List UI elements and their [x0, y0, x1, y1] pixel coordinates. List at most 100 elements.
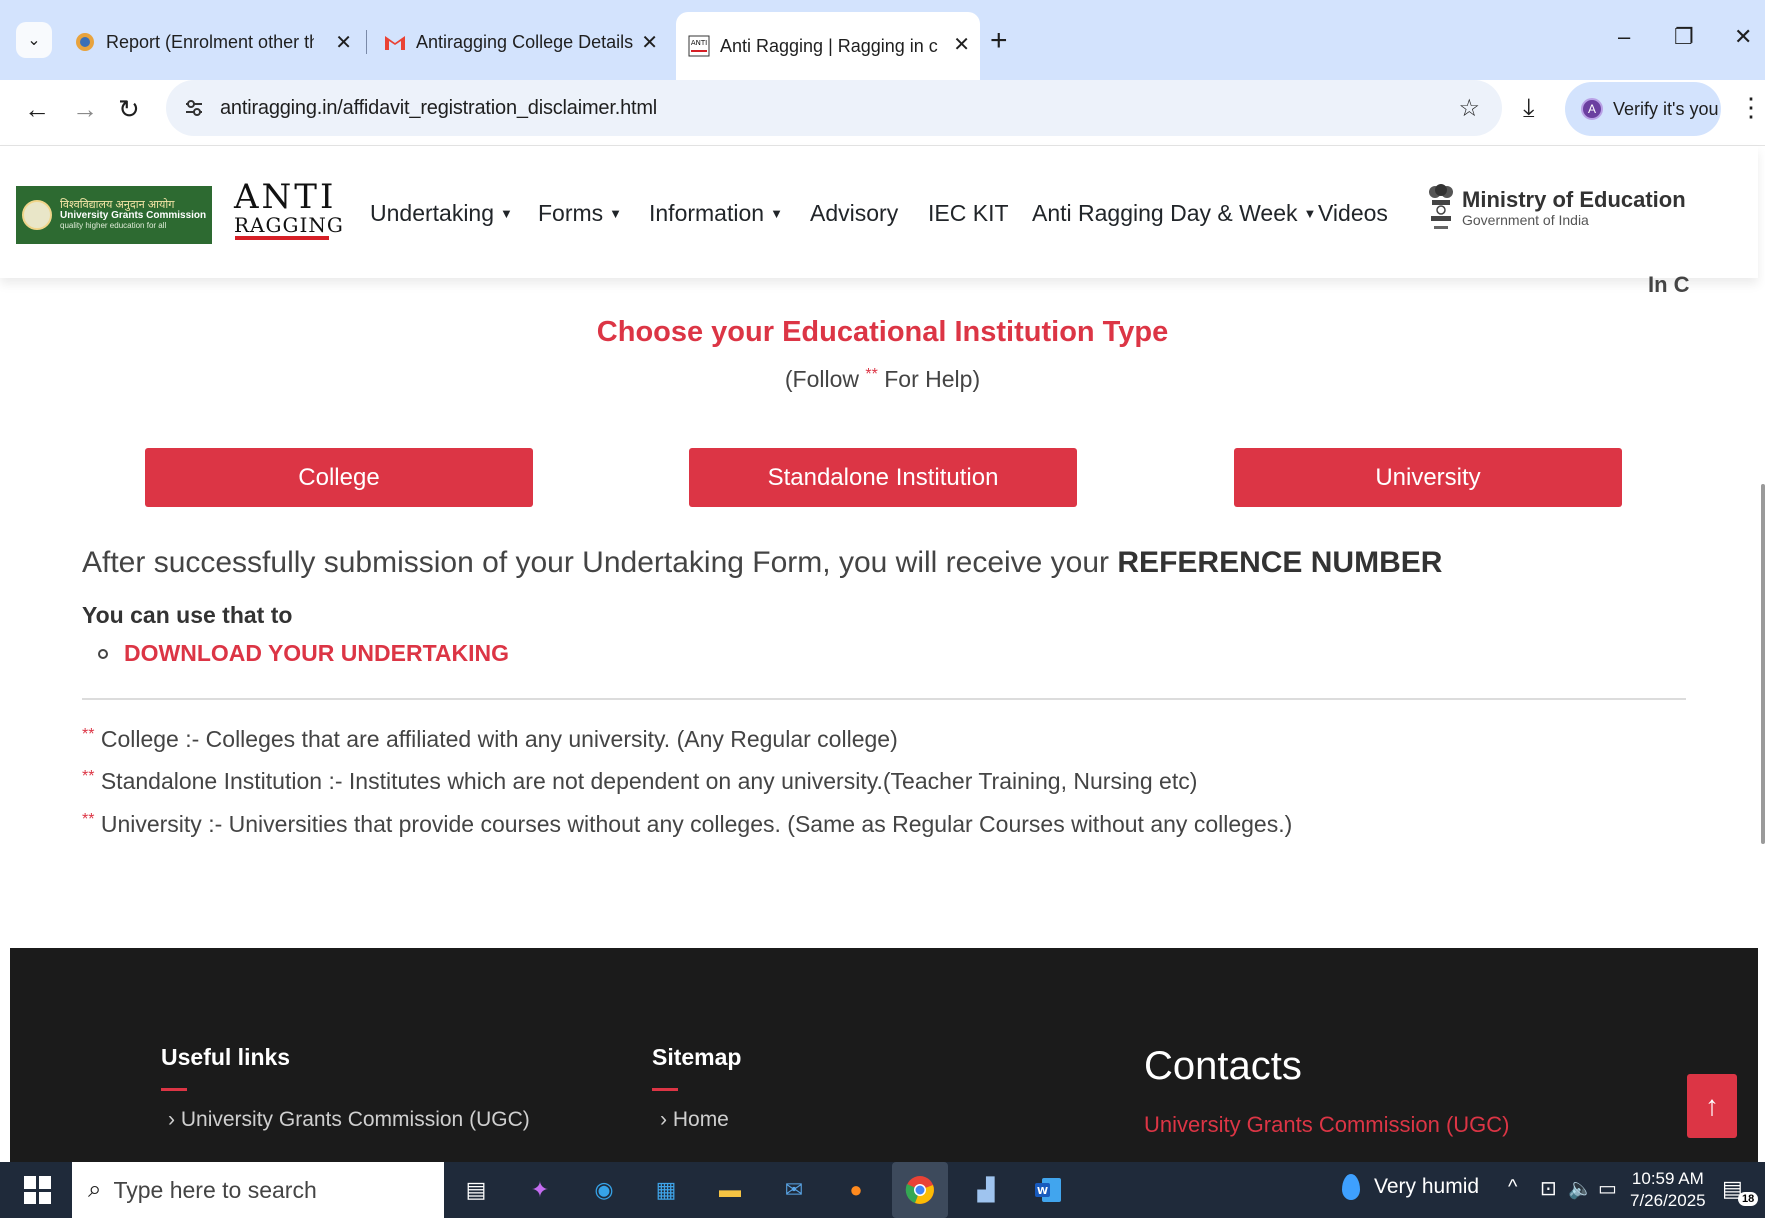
back-arrow-icon[interactable]: ← — [24, 94, 50, 125]
task-view-icon[interactable]: ▤ — [456, 1170, 496, 1210]
tab-antiragging-active[interactable]: ANTI Anti Ragging | Ragging in colleg ✕ — [676, 12, 980, 80]
taskbar-clock[interactable]: 10:59 AM 7/26/2025 — [1630, 1168, 1706, 1212]
nav-forms[interactable]: Forms ▼ — [538, 200, 622, 227]
footer-link-ugc[interactable]: › University Grants Commission (UGC) — [168, 1108, 530, 1132]
ugc-logo-tagline: quality higher education for all — [60, 220, 167, 230]
word-icon[interactable]: W — [1028, 1170, 1068, 1210]
copilot-icon[interactable]: ✦ — [520, 1170, 560, 1210]
definition-standalone: ** Standalone Institution :- Institutes … — [82, 768, 1197, 795]
reference-bold: REFERENCE NUMBER — [1117, 546, 1443, 579]
back-to-top-button[interactable]: ↑ — [1687, 1074, 1737, 1138]
nav-anti-ragging-day-week[interactable]: Anti Ragging Day & Week ▼ — [1032, 200, 1316, 227]
nav-videos[interactable]: Videos — [1318, 200, 1388, 227]
browser-toolbar: ← → ↻ antiragging.in/affidavit_registrat… — [0, 80, 1765, 146]
store-icon[interactable]: ▦ — [646, 1170, 686, 1210]
tab-gmail[interactable]: Antiragging College Details - re ✕ — [372, 22, 668, 62]
page-scrollbar[interactable] — [1761, 484, 1765, 844]
caret-down-icon: ▼ — [609, 206, 623, 221]
meet-now-icon[interactable]: ⊡ — [1540, 1176, 1557, 1201]
site-info-icon[interactable] — [180, 94, 208, 122]
tab-search-button[interactable]: ⌄ — [16, 22, 52, 58]
nav-information[interactable]: Information ▼ — [649, 200, 783, 227]
volume-muted-icon[interactable]: 🔈 — [1568, 1176, 1593, 1201]
help-suffix: For Help) — [877, 366, 981, 392]
svg-text:ANTI: ANTI — [691, 39, 707, 47]
ministry-of-education-logo[interactable]: Ministry of Education Government of Indi… — [1428, 182, 1686, 234]
sitemap-heading: Sitemap — [652, 1044, 742, 1070]
university-button[interactable]: University — [1234, 448, 1622, 507]
tab-report[interactable]: Report (Enrolment other than M ✕ — [62, 22, 362, 62]
site-header: विश्वविद्यालय अनुदान आयोग University Gra… — [0, 146, 1758, 278]
show-hidden-icons-chevron-icon[interactable]: ^ — [1508, 1176, 1517, 1199]
address-bar[interactable]: antiragging.in/affidavit_registration_di… — [166, 80, 1502, 136]
nav-iec-kit[interactable]: IEC KIT — [928, 200, 1009, 227]
verify-profile-button[interactable]: A Verify it's you — [1565, 82, 1721, 136]
national-emblem-icon — [1429, 184, 1453, 229]
browser-tab-bar: ⌄ Report (Enrolment other than M ✕ Antir… — [0, 0, 1765, 80]
arrow-up-icon: ↑ — [1705, 1090, 1719, 1121]
list-bullet-icon — [98, 648, 108, 659]
windows-taskbar: ⌕ Type here to search ▤ ✦ ◉ ▦ ▬ ✉ ● ▟ W … — [0, 1162, 1765, 1218]
chevron-right-icon: › — [660, 1108, 667, 1131]
tab-title: Report (Enrolment other than M — [106, 31, 314, 52]
logo-top-text: ANTI — [234, 177, 337, 217]
page-title: Choose your Educational Institution Type — [596, 316, 1169, 348]
definition-text: Standalone Institution :- Institutes whi… — [100, 768, 1198, 794]
nav-label: Videos — [1318, 200, 1388, 226]
contacts-heading: Contacts — [1144, 1044, 1302, 1088]
menu-kebab-icon[interactable]: ⋮ — [1738, 92, 1764, 123]
antiragging-logo[interactable]: ANTI RAGGING — [234, 177, 343, 240]
taskbar-search-box[interactable]: ⌕ Type here to search — [72, 1162, 444, 1218]
minimize-button[interactable]: – — [1618, 24, 1630, 50]
restore-button[interactable]: ❐ — [1674, 24, 1694, 50]
caret-down-icon: ▼ — [1303, 206, 1317, 221]
reference-text: After successfully submission of your Un… — [82, 546, 1118, 579]
remote-desktop-icon[interactable]: ▟ — [966, 1170, 1006, 1210]
standalone-institution-button[interactable]: Standalone Institution — [689, 448, 1077, 507]
reload-icon[interactable]: ↻ — [118, 94, 140, 125]
close-tab-icon[interactable]: ✕ — [335, 30, 352, 55]
nav-advisory[interactable]: Advisory — [810, 200, 898, 227]
nav-label: IEC KIT — [928, 200, 1009, 226]
start-windows-icon[interactable] — [24, 1176, 52, 1204]
useful-links-heading: Useful links — [161, 1044, 291, 1070]
weather-widget[interactable]: Very humid — [1342, 1174, 1479, 1200]
ugc-logo[interactable]: विश्वविद्यालय अनुदान आयोग University Gra… — [16, 186, 212, 244]
notification-count-badge: 18 — [1738, 1192, 1759, 1206]
footer-link-label: Home — [672, 1108, 729, 1131]
nav-undertaking[interactable]: Undertaking ▼ — [370, 200, 513, 227]
file-explorer-icon[interactable]: ▬ — [710, 1170, 750, 1210]
chrome-icon[interactable] — [892, 1162, 948, 1218]
gmail-favicon-icon — [384, 31, 406, 53]
close-window-button[interactable]: ✕ — [1734, 24, 1752, 50]
help-prefix: (Follow — [784, 366, 866, 392]
chevron-down-icon: ⌄ — [27, 32, 41, 49]
tab-title: Anti Ragging | Ragging in colleg — [720, 35, 938, 56]
humidity-drop-icon — [1342, 1174, 1360, 1200]
caret-down-icon: ▼ — [770, 206, 783, 221]
bookmark-star-icon[interactable]: ☆ — [1458, 94, 1480, 123]
footer-link-home[interactable]: › Home — [660, 1108, 729, 1132]
firefox-icon[interactable]: ● — [836, 1170, 876, 1210]
edge-icon[interactable]: ◉ — [584, 1170, 624, 1210]
reference-number-info: After successfully submission of your Un… — [82, 546, 1442, 580]
antiragging-favicon-icon: ANTI — [688, 35, 710, 57]
download-icon[interactable]: ⤓ — [1523, 92, 1535, 124]
forward-arrow-icon[interactable]: → — [72, 94, 98, 125]
chevron-right-icon: › — [168, 1108, 175, 1131]
help-star: ** — [865, 366, 878, 383]
nav-label: Forms — [538, 200, 604, 226]
network-icon[interactable]: ▭ — [1598, 1176, 1617, 1201]
contacts-organization[interactable]: University Grants Commission (UGC) — [1144, 1112, 1510, 1138]
new-tab-button[interactable]: + — [990, 24, 1008, 58]
close-tab-icon[interactable]: ✕ — [953, 32, 970, 57]
tab-separator — [366, 30, 367, 54]
moe-subtitle: Government of India — [1462, 212, 1589, 228]
close-tab-icon[interactable]: ✕ — [641, 30, 658, 55]
definition-college: ** College :- Colleges that are affiliat… — [82, 726, 898, 753]
college-button[interactable]: College — [145, 448, 533, 507]
clock-time: 10:59 AM — [1631, 1169, 1704, 1188]
content-divider — [82, 698, 1686, 700]
mail-icon[interactable]: ✉ — [774, 1170, 814, 1210]
download-undertaking-link[interactable]: DOWNLOAD YOUR UNDERTAKING — [124, 640, 509, 667]
